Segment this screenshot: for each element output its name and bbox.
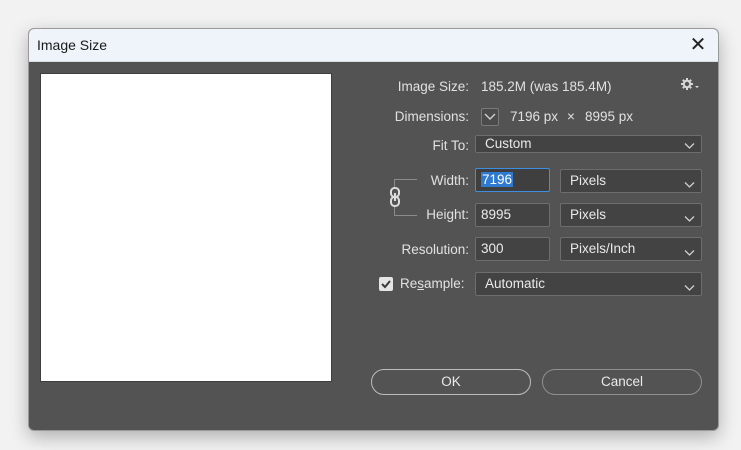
- chain-link-icon[interactable]: [388, 187, 402, 207]
- chevron-down-icon: [684, 138, 695, 153]
- height-label: Height:: [426, 207, 469, 222]
- image-preview: [40, 73, 332, 382]
- width-input[interactable]: 7196: [475, 168, 550, 192]
- width-label: Width:: [430, 173, 469, 188]
- fit-to-select[interactable]: Custom: [475, 135, 702, 153]
- chevron-down-icon: [684, 280, 695, 295]
- height-unit-select[interactable]: Pixels: [560, 203, 702, 227]
- resolution-value: 300: [481, 241, 504, 256]
- dimensions-dropdown[interactable]: [481, 108, 499, 126]
- chevron-down-icon: [484, 113, 496, 120]
- ok-button[interactable]: OK: [371, 369, 531, 395]
- gear-icon[interactable]: [681, 77, 701, 95]
- resample-value: Automatic: [485, 276, 546, 291]
- width-value: 7196: [481, 172, 514, 187]
- resample-checkbox[interactable]: [379, 277, 393, 291]
- checkmark-icon: [381, 280, 391, 289]
- cancel-button[interactable]: Cancel: [542, 369, 702, 395]
- image-size-label: Image Size:: [397, 79, 469, 94]
- fit-to-value: Custom: [485, 136, 532, 151]
- resample-label: Resample:: [400, 276, 465, 291]
- resolution-label: Resolution:: [401, 242, 469, 257]
- height-unit-value: Pixels: [570, 207, 607, 222]
- dimensions-label: Dimensions:: [394, 109, 469, 124]
- width-unit-value: Pixels: [570, 173, 607, 188]
- resolution-unit-value: Pixels/Inch: [570, 241, 636, 256]
- chevron-down-icon: [684, 177, 695, 192]
- height-value: 8995: [481, 207, 512, 222]
- title-bar: Image Size ✕: [29, 29, 718, 62]
- resolution-input[interactable]: 300: [475, 237, 550, 261]
- chevron-down-icon: [684, 245, 695, 260]
- chevron-down-icon: [684, 211, 695, 226]
- resample-select[interactable]: Automatic: [475, 272, 702, 296]
- resolution-unit-select[interactable]: Pixels/Inch: [560, 237, 702, 261]
- dimensions-times: ×: [567, 109, 575, 124]
- close-icon[interactable]: ✕: [686, 33, 710, 57]
- dimensions-height: 8995 px: [585, 109, 634, 124]
- image-size-dialog: Image Size ✕ Image Size: 185.2M (was 185…: [28, 28, 719, 431]
- height-input[interactable]: 8995: [475, 203, 550, 227]
- fit-to-label: Fit To:: [432, 138, 469, 153]
- width-unit-select[interactable]: Pixels: [560, 169, 702, 193]
- image-size-value: 185.2M (was 185.4M): [481, 79, 612, 94]
- window-title: Image Size: [37, 37, 108, 53]
- dimensions-width: 7196 px: [510, 109, 559, 124]
